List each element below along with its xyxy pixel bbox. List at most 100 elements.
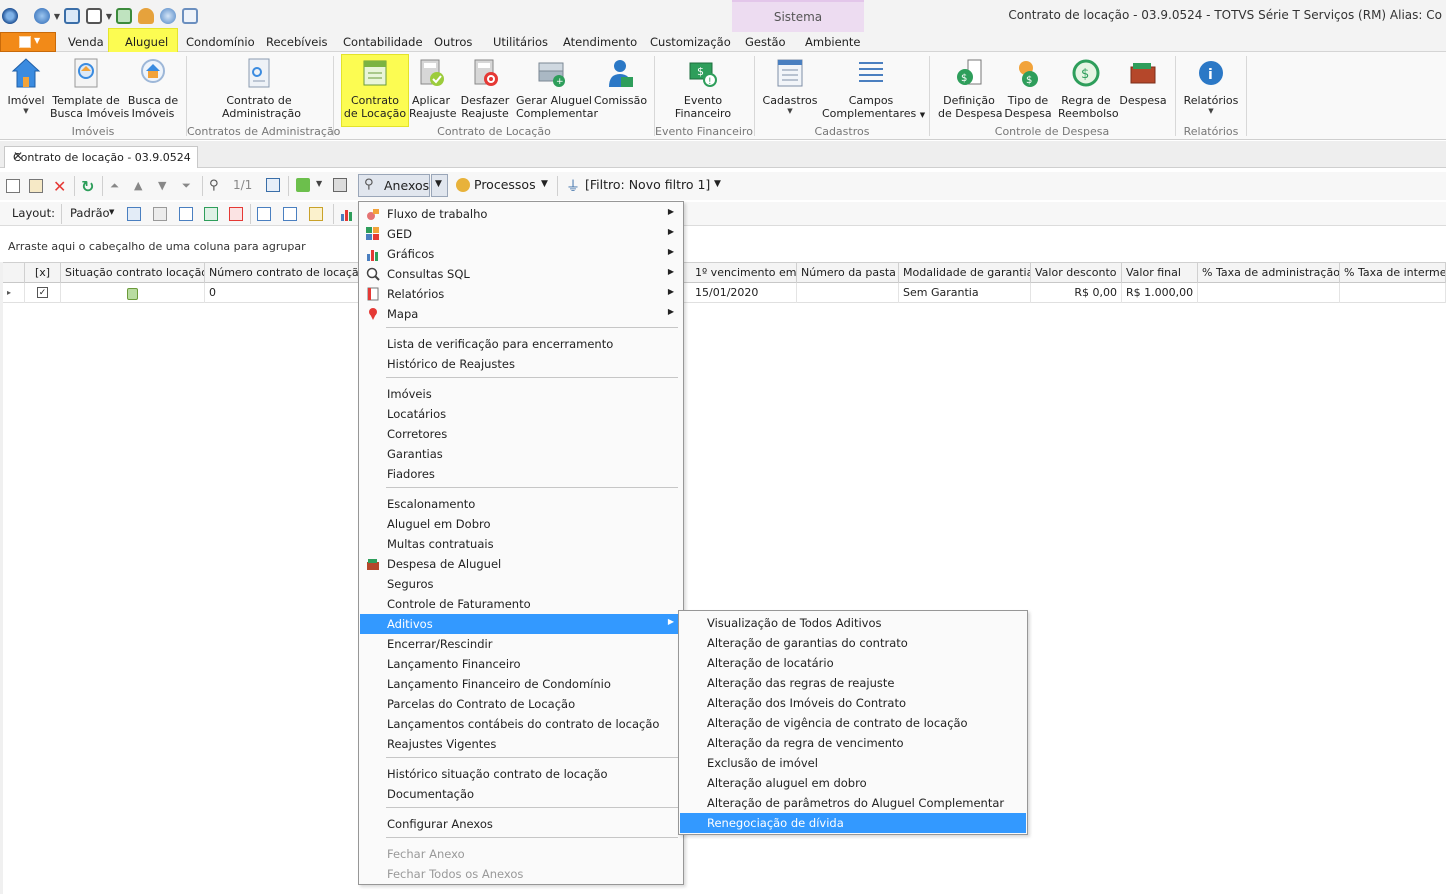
last-record-icon[interactable]: ⏷: [182, 179, 196, 193]
cadastros-button[interactable]: Cadastros ▼: [762, 54, 818, 115]
menu-item-reajustes-vigentes[interactable]: Reajustes Vigentes: [360, 734, 682, 754]
monitor-icon[interactable]: [64, 8, 80, 24]
column-header[interactable]: Número da pasta: [797, 263, 899, 283]
document-tab[interactable]: Contrato de locação - 03.9.0524 ✕: [4, 146, 198, 168]
binoculars-icon[interactable]: ⚲: [209, 178, 223, 193]
layout-select[interactable]: Padrão: [70, 206, 110, 220]
menu-item-seguros[interactable]: Seguros: [360, 574, 682, 594]
gerar-aluguel-complementar-button[interactable]: + Gerar Aluguel Complementar: [516, 54, 598, 120]
menu-item-consultas-sql[interactable]: Consultas SQL ▶: [360, 264, 682, 284]
chevron-down-icon[interactable]: ▼: [109, 208, 114, 216]
submenu-item-alteracao-regras-reajuste[interactable]: Alteração das regras de reajuste: [680, 673, 1026, 693]
app-orb-icon[interactable]: [2, 8, 18, 24]
submenu-item-alteracao-vigencia[interactable]: Alteração de vigência de contrato de loc…: [680, 713, 1026, 733]
row-checkbox[interactable]: ✓: [25, 283, 61, 303]
menu-item-lista-verificacao[interactable]: Lista de verificação para encerramento: [360, 334, 682, 354]
column-header[interactable]: [x]: [25, 263, 61, 283]
submenu-item-alteracao-aluguel-dobro[interactable]: Alteração aluguel em dobro: [680, 773, 1026, 793]
menu-item-mapa[interactable]: Mapa ▶: [360, 304, 682, 324]
menu-item-lancamento-financeiro-condominio[interactable]: Lançamento Financeiro de Condomínio: [360, 674, 682, 694]
tab-contabilidade[interactable]: Contabilidade: [343, 35, 423, 49]
despesa-button[interactable]: Despesa: [1118, 54, 1168, 107]
print-icon[interactable]: [333, 178, 347, 192]
submenu-item-alteracao-locatario[interactable]: Alteração de locatário: [680, 653, 1026, 673]
menu-item-controle-faturamento[interactable]: Controle de Faturamento: [360, 594, 682, 614]
submenu-item-alteracao-garantias[interactable]: Alteração de garantias do contrato: [680, 633, 1026, 653]
imovel-button[interactable]: Imóvel ▼: [5, 54, 47, 115]
layout-export-icon[interactable]: [229, 207, 243, 221]
chevron-down-icon[interactable]: ▼: [53, 12, 61, 21]
regra-reembolso-button[interactable]: $ Regra de Reembolso: [1058, 54, 1119, 120]
submenu-item-alteracao-imoveis[interactable]: Alteração dos Imóveis do Contrato: [680, 693, 1026, 713]
menu-item-multas-contratuais[interactable]: Multas contratuais: [360, 534, 682, 554]
window-icon[interactable]: [86, 8, 102, 24]
menu-item-relatorios[interactable]: Relatórios ▶: [360, 284, 682, 304]
chevron-down-icon[interactable]: ▼: [105, 12, 113, 21]
network-icon[interactable]: [160, 8, 176, 24]
layout-copy-icon[interactable]: [153, 207, 167, 221]
menu-item-historico-reajustes[interactable]: Histórico de Reajustes: [360, 354, 682, 374]
contrato-locacao-button[interactable]: Contrato de Locação: [341, 54, 409, 120]
edit-record-icon[interactable]: [29, 179, 43, 193]
close-icon[interactable]: ✕: [13, 149, 191, 163]
template-busca-button[interactable]: Template de Busca Imóveis: [50, 54, 129, 120]
tab-recebiveis[interactable]: Recebíveis: [266, 35, 328, 49]
menu-item-aluguel-dobro[interactable]: Aluguel em Dobro: [360, 514, 682, 534]
new-record-icon[interactable]: [6, 179, 20, 193]
column-header[interactable]: Valor desconto: [1031, 263, 1122, 283]
tab-condominio[interactable]: Condomínio: [186, 35, 255, 49]
copy-icon[interactable]: [182, 8, 198, 24]
column-header[interactable]: Modalidade de garantia: [899, 263, 1031, 283]
submenu-item-alteracao-parametros[interactable]: Alteração de parâmetros do Aluguel Compl…: [680, 793, 1026, 813]
tab-gestao[interactable]: Gestão: [745, 35, 786, 49]
export-icon[interactable]: [296, 178, 310, 192]
menu-item-parcelas-contrato[interactable]: Parcelas do Contrato de Locação: [360, 694, 682, 714]
campos-complementares-button[interactable]: Campos Complementares ▼: [822, 54, 925, 122]
tab-customizacao[interactable]: Customização: [650, 35, 731, 49]
menu-item-encerrar-rescindir[interactable]: Encerrar/Rescindir: [360, 634, 682, 654]
context-tab-sistema[interactable]: Sistema: [732, 0, 864, 32]
delete-icon[interactable]: ✕: [53, 177, 67, 196]
column-header[interactable]: Situação contrato locação: [61, 263, 205, 283]
menu-item-garantias[interactable]: Garantias: [360, 444, 682, 464]
layout-sum-icon[interactable]: [283, 207, 297, 221]
anexos-dropdown-button[interactable]: ▼: [431, 174, 448, 197]
definicao-despesa-button[interactable]: $ Definição de Despesa: [938, 54, 1002, 120]
column-header[interactable]: 1º vencimento em: [691, 263, 797, 283]
contrato-administracao-button[interactable]: Contrato de Administração: [222, 54, 301, 120]
tab-atendimento[interactable]: Atendimento: [563, 35, 637, 49]
globe-icon[interactable]: [34, 8, 50, 24]
menu-item-lancamento-financeiro[interactable]: Lançamento Financeiro: [360, 654, 682, 674]
chevron-down-icon[interactable]: ▼: [541, 179, 548, 189]
evento-financeiro-button[interactable]: $! Evento Financeiro: [670, 54, 736, 120]
menu-item-locatarios[interactable]: Locatários: [360, 404, 682, 424]
chevron-down-icon[interactable]: ▼: [316, 179, 330, 193]
relatorios-button[interactable]: i Relatórios ▼: [1182, 54, 1240, 115]
previous-record-icon[interactable]: ▲: [134, 179, 148, 193]
first-record-icon[interactable]: ⏶: [110, 179, 124, 193]
anexos-button[interactable]: ⚲ Anexos: [358, 174, 430, 197]
tab-outros[interactable]: Outros: [434, 35, 472, 49]
next-record-icon[interactable]: ▼: [158, 179, 172, 193]
tab-utilitarios[interactable]: Utilitários: [493, 35, 548, 49]
layout-table-icon[interactable]: [179, 207, 193, 221]
column-header[interactable]: Valor final: [1122, 263, 1198, 283]
table-row[interactable]: ▸ ✓ 0 15/01/2020 Sem Garantia R$ 0,00 R$…: [3, 283, 1446, 303]
desfazer-reajuste-button[interactable]: Desfazer Reajuste: [460, 54, 510, 120]
busca-imoveis-button[interactable]: Busca de Imóveis: [127, 54, 179, 120]
menu-item-documentacao[interactable]: Documentação: [360, 784, 682, 804]
layout-import-icon[interactable]: [204, 207, 218, 221]
submenu-item-renegociacao-divida[interactable]: Renegociação de dívida: [680, 813, 1026, 833]
comissao-button[interactable]: Comissão: [594, 54, 647, 107]
menu-item-graficos[interactable]: Gráficos ▶: [360, 244, 682, 264]
submenu-item-visualizacao-aditivos[interactable]: Visualização de Todos Aditivos: [680, 613, 1026, 633]
aplicar-reajuste-button[interactable]: Aplicar Reajuste: [409, 54, 457, 120]
tipo-despesa-button[interactable]: $ Tipo de Despesa: [1004, 54, 1052, 120]
column-header[interactable]: % Taxa de administração: [1198, 263, 1340, 283]
menu-item-despesa-aluguel[interactable]: Despesa de Aluguel: [360, 554, 682, 574]
submenu-item-exclusao-imovel[interactable]: Exclusão de imóvel: [680, 753, 1026, 773]
layout-columns-icon[interactable]: [257, 207, 271, 221]
processos-button[interactable]: Processos: [474, 177, 536, 192]
menu-item-historico-situacao[interactable]: Histórico situação contrato de locação: [360, 764, 682, 784]
menu-item-ged[interactable]: GED ▶: [360, 224, 682, 244]
